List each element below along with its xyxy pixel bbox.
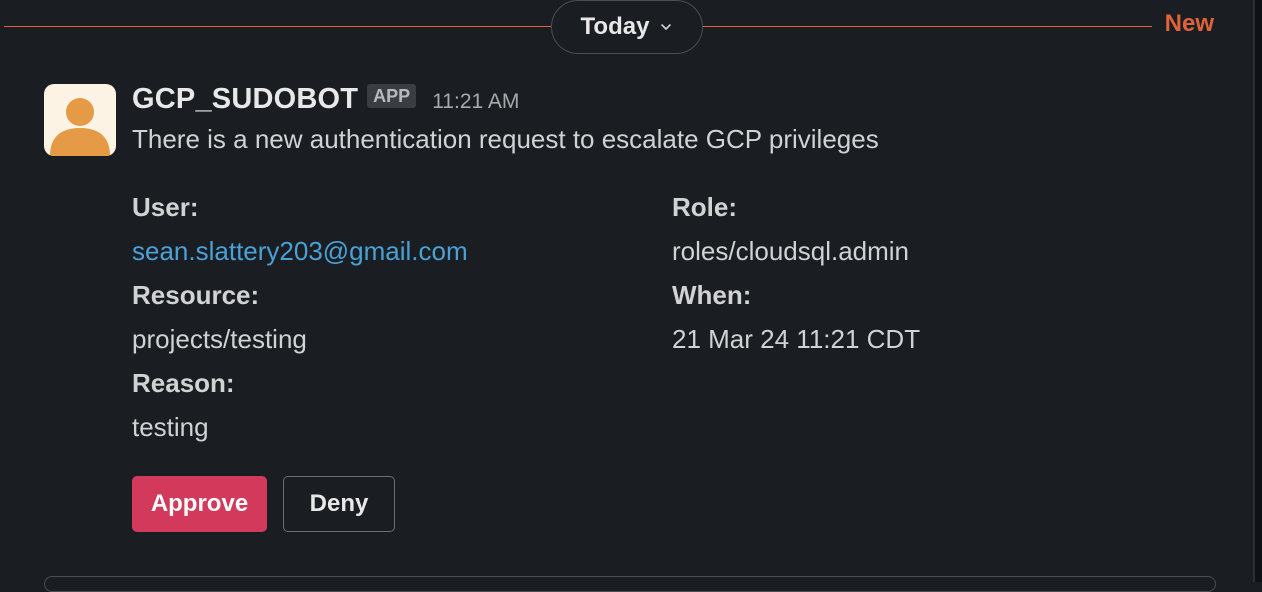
when-label: When: <box>672 280 752 310</box>
role-label: Role: <box>672 192 737 222</box>
new-messages-label: New <box>1164 10 1214 37</box>
user-email-link[interactable]: sean.slattery203@gmail.com <box>132 236 468 267</box>
message-composer-edge[interactable] <box>44 576 1216 592</box>
approve-button[interactable]: Approve <box>132 476 267 532</box>
role-value: roles/cloudsql.admin <box>672 236 910 266</box>
when-value: 21 Mar 24 11:21 CDT <box>672 324 921 354</box>
date-label: Today <box>580 13 650 40</box>
deny-button[interactable]: Deny <box>283 476 395 532</box>
sender-name[interactable]: GCP_SUDOBOT <box>132 83 358 116</box>
user-avatar-icon <box>50 98 110 156</box>
window-edge <box>1253 0 1262 582</box>
request-fields: User: sean.slattery203@gmail.com Resourc… <box>132 192 1132 462</box>
resource-value: projects/testing <box>132 324 307 354</box>
date-jump-button[interactable]: Today <box>551 0 703 54</box>
chevron-down-icon <box>661 24 672 30</box>
app-badge: APP <box>367 84 417 108</box>
reason-value: testing <box>132 412 209 442</box>
message-text: There is a new authentication request to… <box>132 124 879 154</box>
message-timestamp[interactable]: 11:21 AM <box>432 90 519 114</box>
user-label: User: <box>132 192 199 222</box>
resource-label: Resource: <box>132 280 260 310</box>
bot-avatar[interactable] <box>44 84 116 156</box>
reason-label: Reason: <box>132 368 235 398</box>
message-header: GCP_SUDOBOT APP 11:21 AM There is a new … <box>132 80 1212 155</box>
